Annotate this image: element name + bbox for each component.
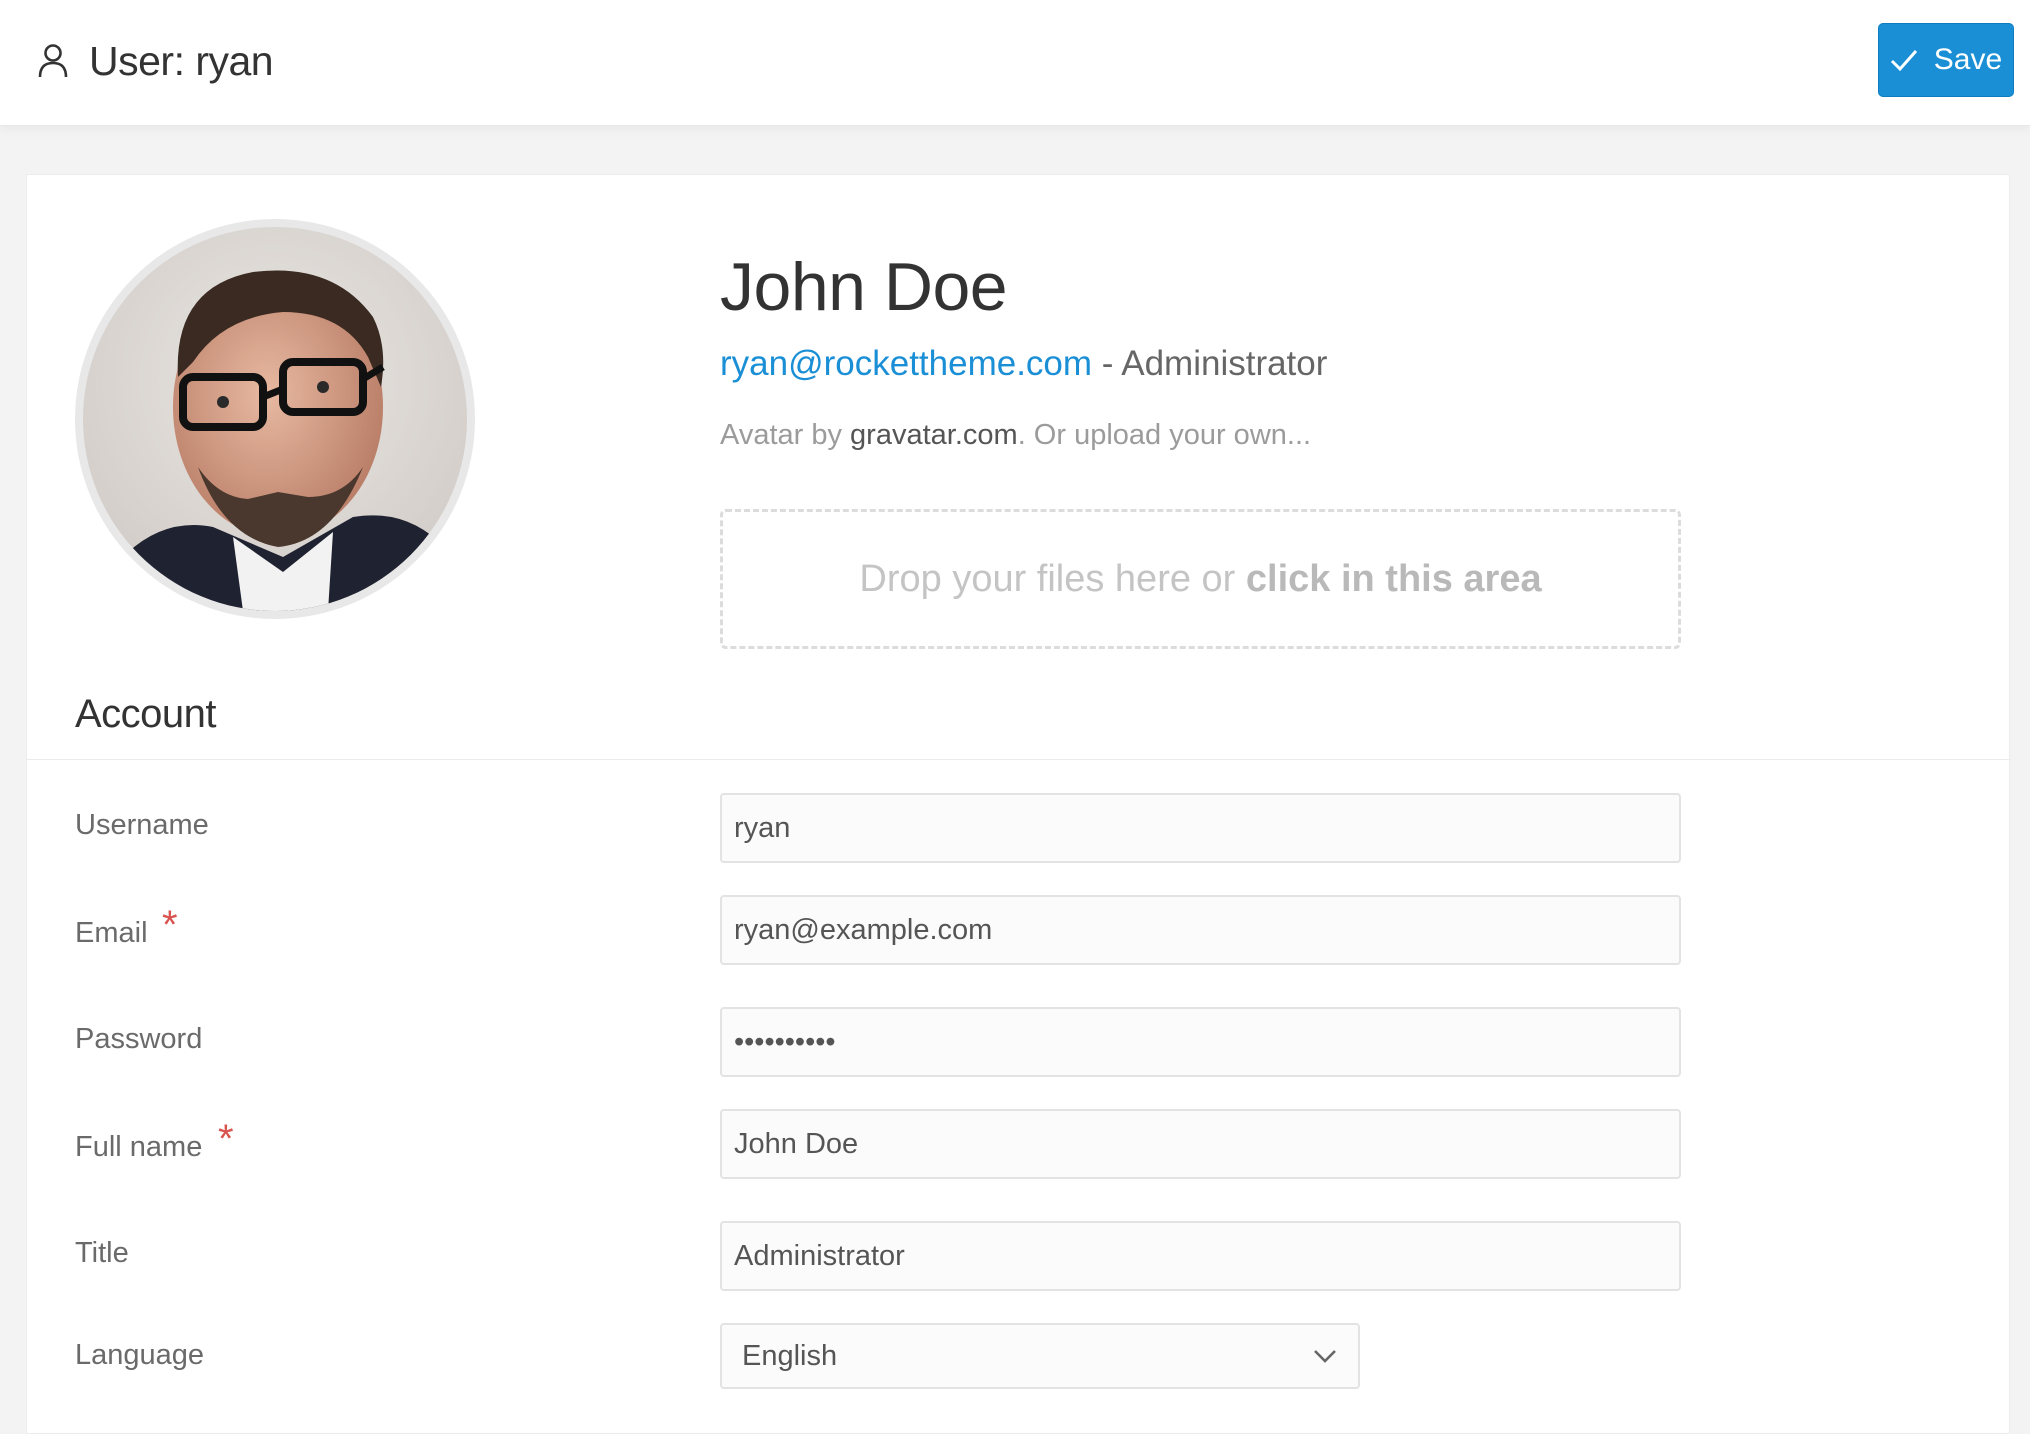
email-required-mark: * [162, 903, 178, 947]
profile-email-link[interactable]: ryan@rockettheme.com [720, 344, 1092, 383]
section-title-account: Account [75, 692, 217, 736]
avatar-note: Avatar by gravatar.com. Or upload your o… [720, 417, 1311, 453]
profile-name: John Doe [720, 249, 1008, 325]
password-label: Password [75, 1023, 203, 1055]
avatar-note-prefix: Avatar by [720, 419, 851, 451]
gravatar-link[interactable]: gravatar.com [850, 419, 1018, 451]
language-label: Language [75, 1339, 205, 1371]
language-selected-value: English [742, 1339, 838, 1372]
section-divider [27, 759, 2011, 760]
save-button-label: Save [1933, 43, 2003, 76]
profile-subtitle: ryan@rockettheme.com - Administrator [720, 342, 1327, 386]
page-title: User: ryan [89, 38, 274, 84]
title-input[interactable]: Administrator [720, 1221, 1681, 1291]
user-icon [38, 44, 68, 78]
email-label: Email [75, 917, 148, 949]
fullname-label: Full name [75, 1131, 203, 1163]
save-button[interactable]: Save [1878, 23, 2014, 97]
avatar-note-suffix: . Or upload your own... [1017, 419, 1312, 451]
password-input[interactable]: •••••••••• [720, 1007, 1681, 1077]
username-input[interactable]: ryan [720, 793, 1681, 863]
email-input[interactable]: ryan@example.com [720, 895, 1681, 965]
chevron-down-icon [1314, 1350, 1336, 1363]
checkmark-icon [1890, 50, 1917, 72]
dropzone-text: Drop your files here or [859, 557, 1236, 600]
profile-role: Administrator [1121, 344, 1328, 383]
avatar-photo [83, 227, 467, 611]
fullname-required-mark: * [218, 1117, 234, 1161]
profile-separator: - [1092, 344, 1122, 383]
username-label: Username [75, 809, 209, 841]
dropzone-emphasis: click in this area [1245, 557, 1542, 600]
top-bar: User: ryan Save [0, 0, 2030, 126]
fullname-input[interactable]: John Doe [720, 1109, 1681, 1179]
title-label: Title [75, 1237, 129, 1269]
file-dropzone[interactable]: Drop your files here or click in this ar… [720, 509, 1681, 649]
user-card: John Doe ryan@rockettheme.com - Administ… [26, 174, 2011, 1434]
avatar[interactable] [75, 219, 475, 619]
language-select[interactable]: English [720, 1323, 1360, 1389]
